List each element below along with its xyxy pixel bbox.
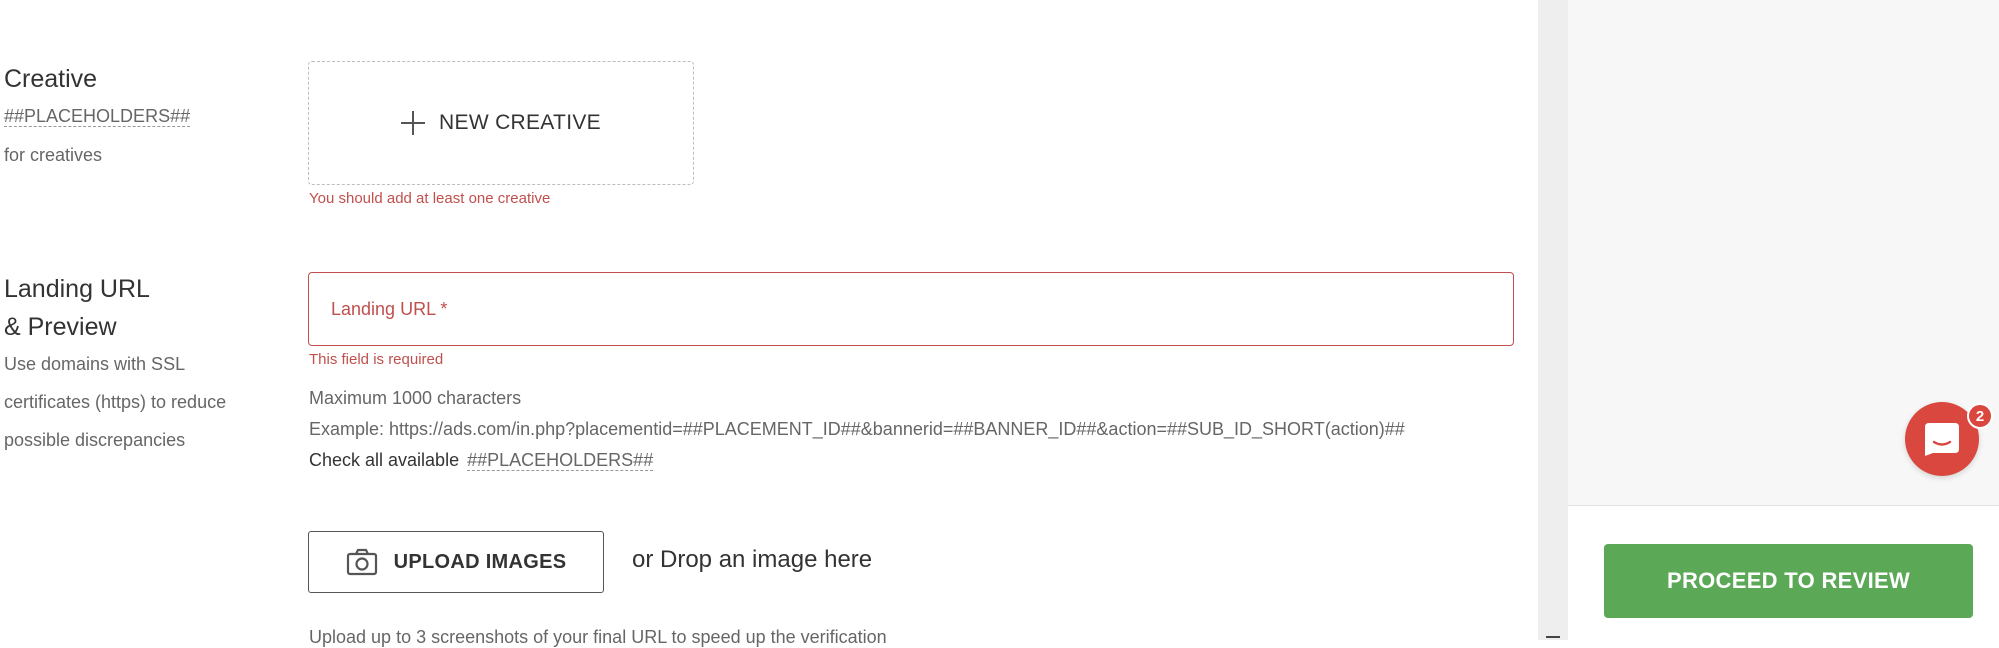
placeholders-link-text[interactable]: ##PLACEHOLDERS## (4, 106, 191, 127)
chat-icon (1925, 423, 1959, 456)
new-creative-button[interactable]: NEW CREATIVE (308, 61, 694, 185)
creative-placeholders-link[interactable]: ##PLACEHOLDERS## (4, 106, 191, 127)
landing-desc-2: certificates (https) to reduce (4, 392, 227, 412)
upload-images-button[interactable]: UPLOAD IMAGES (308, 531, 604, 593)
max-chars-hint: Maximum 1000 characters (309, 388, 522, 408)
landing-section-title-2: & Preview (4, 313, 117, 341)
chat-unread-badge: 2 (1967, 403, 1993, 429)
upload-images-label: UPLOAD IMAGES (393, 550, 567, 573)
creative-subtitle: for creatives (4, 145, 103, 165)
landing-section-title: Landing URL (4, 275, 150, 303)
landing-desc-1: Use domains with SSL (4, 354, 186, 374)
drop-image-text: or Drop an image here (632, 546, 873, 573)
example-url-hint: Example: https://ads.com/in.php?placemen… (309, 419, 1405, 439)
check-placeholders-line: Check all available ##PLACEHOLDERS## (309, 450, 654, 471)
camera-icon (346, 548, 377, 576)
collapse-icon[interactable] (1546, 636, 1560, 638)
landing-url-placeholder: Landing URL * (331, 298, 448, 319)
upload-hint: Upload up to 3 screenshots of your final… (309, 627, 887, 647)
plus-icon (401, 111, 426, 135)
proceed-to-review-button[interactable]: PROCEED TO REVIEW (1604, 544, 1973, 618)
check-prefix: Check all available (309, 450, 460, 470)
creative-section-title: Creative (4, 65, 98, 93)
creative-error: You should add at least one creative (309, 190, 551, 207)
landing-url-error: This field is required (309, 351, 444, 368)
scroll-gutter (1538, 0, 1568, 640)
new-creative-label: NEW CREATIVE (439, 111, 601, 134)
landing-desc-3: possible discrepancies (4, 430, 186, 450)
landing-placeholders-link[interactable]: ##PLACEHOLDERS## (467, 450, 654, 471)
landing-url-input[interactable]: Landing URL * (308, 272, 1514, 346)
